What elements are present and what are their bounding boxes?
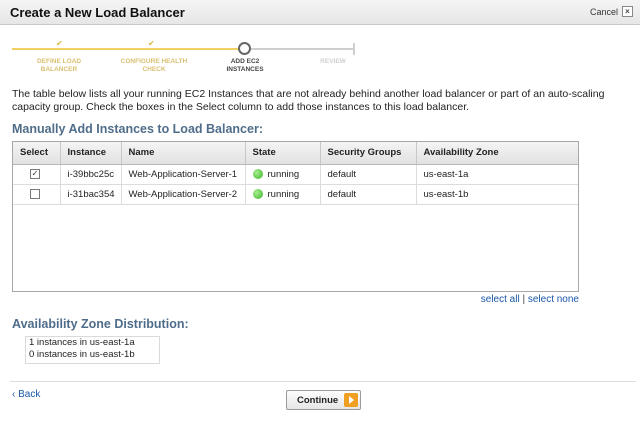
back-link[interactable]: ‹ Back bbox=[12, 389, 40, 400]
zone-distribution-box: 1 instances in us-east-1a 0 instances in… bbox=[25, 336, 160, 364]
arrow-right-icon bbox=[344, 393, 358, 407]
column-header-name: Name bbox=[121, 142, 246, 165]
zone-distribution-line: 0 instances in us-east-1b bbox=[29, 349, 135, 360]
instance-name-cell: Web-Application-Server-1 bbox=[121, 164, 246, 185]
wizard-step-health-check: CONFIGURE HEALTH CHECK bbox=[120, 58, 188, 73]
distribution-section-title: Availability Zone Distribution: bbox=[12, 317, 189, 331]
zone-distribution-line: 1 instances in us-east-1a bbox=[29, 337, 135, 348]
footer-divider bbox=[10, 381, 636, 382]
column-header-select: Select bbox=[13, 142, 61, 165]
column-header-security-groups: Security Groups bbox=[320, 142, 417, 165]
state-cell: running bbox=[245, 184, 321, 205]
availability-zone-cell: us-east-1a bbox=[416, 164, 578, 185]
select-checkbox[interactable] bbox=[30, 188, 40, 199]
dialog-titlebar: Create a New Load Balancer Cancel × bbox=[0, 0, 640, 25]
dialog-title: Create a New Load Balancer bbox=[10, 5, 185, 20]
security-group-cell: default bbox=[320, 164, 417, 185]
arrow-right-icon-svg bbox=[349, 396, 354, 404]
column-header-state: State bbox=[245, 142, 321, 165]
wizard-track-end bbox=[353, 43, 355, 55]
cancel-link[interactable]: Cancel bbox=[590, 7, 618, 17]
wizard-track-complete bbox=[12, 48, 244, 50]
wizard-step-define: DEFINE LOAD BALANCER bbox=[36, 58, 82, 73]
current-step-circle-icon bbox=[238, 42, 251, 55]
instance-id-cell: i-39bbc25c bbox=[60, 164, 122, 185]
instance-name-cell: Web-Application-Server-2 bbox=[121, 184, 246, 205]
continue-button[interactable]: Continue bbox=[286, 390, 361, 410]
chevron-left-icon: ‹ bbox=[12, 389, 16, 400]
intro-text: The table below lists all your running E… bbox=[12, 88, 605, 113]
table-header-row: Select Instance Name State Security Grou… bbox=[13, 142, 578, 165]
back-label: Back bbox=[18, 389, 41, 400]
state-label: running bbox=[267, 168, 300, 180]
security-group-cell: default bbox=[320, 184, 417, 205]
wizard-step-add-instances: ADD EC2 INSTANCES bbox=[226, 58, 264, 73]
table-row[interactable]: i-31bac354 Web-Application-Server-2 runnin… bbox=[13, 184, 578, 205]
running-status-icon bbox=[252, 168, 263, 179]
state-cell: running bbox=[245, 164, 321, 185]
wizard-progress: ✔ ✔ DEFINE LOAD BALANCER CONFIGURE HEALT… bbox=[12, 38, 357, 76]
instance-id-cell: i-31bac354 bbox=[60, 184, 122, 205]
running-status-icon bbox=[252, 188, 263, 199]
instances-table-container: Select Instance Name State Security Grou… bbox=[12, 141, 579, 292]
table-row[interactable]: ✓ i-39bbc25c Web-Application-Server-1 runni… bbox=[13, 164, 578, 185]
step-complete-check-icon: ✔ bbox=[148, 39, 155, 48]
select-all-link[interactable]: select all bbox=[481, 294, 520, 305]
select-links: select all | select none bbox=[481, 294, 579, 305]
select-checkbox[interactable]: ✓ bbox=[30, 168, 40, 179]
select-cell bbox=[13, 184, 61, 205]
column-header-instance: Instance bbox=[60, 142, 122, 165]
manual-add-section-title: Manually Add Instances to Load Balancer: bbox=[12, 122, 263, 136]
availability-zone-cell: us-east-1b bbox=[416, 184, 578, 205]
select-links-separator: | bbox=[522, 294, 526, 305]
column-header-availability-zone: Availability Zone bbox=[416, 142, 578, 165]
wizard-step-review: REVIEW bbox=[320, 58, 346, 65]
close-icon[interactable]: × bbox=[622, 6, 633, 17]
select-none-link[interactable]: select none bbox=[528, 294, 579, 305]
instances-table: Select Instance Name State Security Grou… bbox=[13, 142, 578, 205]
step-complete-check-icon: ✔ bbox=[56, 39, 63, 48]
select-cell: ✓ bbox=[13, 164, 61, 185]
state-label: running bbox=[267, 188, 300, 200]
continue-label: Continue bbox=[297, 395, 339, 406]
wizard-track-remaining bbox=[244, 48, 354, 50]
